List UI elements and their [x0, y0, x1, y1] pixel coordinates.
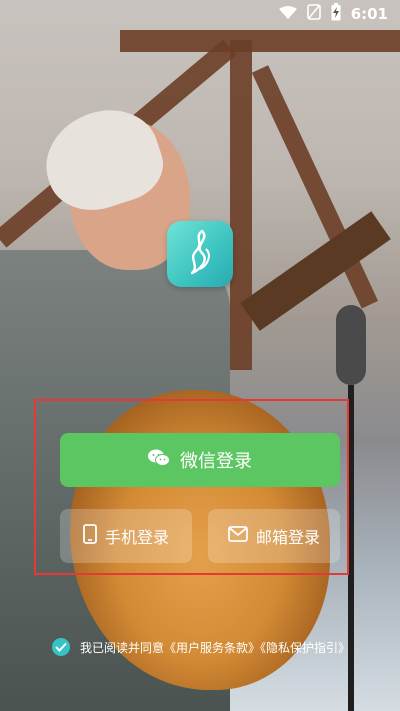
app-logo	[167, 221, 233, 287]
background-photo	[0, 0, 400, 711]
wifi-icon	[278, 5, 297, 24]
microphone	[336, 305, 366, 385]
guitar-flame-logo-icon	[180, 229, 220, 279]
agreement-text[interactable]: 我已阅读并同意《用户服务条款》《隐私保护指引》	[80, 639, 350, 656]
bridge-post	[230, 40, 252, 370]
bridge-beam	[120, 30, 400, 52]
status-time: 6:01	[350, 5, 388, 23]
mail-icon	[228, 526, 248, 546]
agreement-checkbox[interactable]	[52, 638, 70, 656]
phone-login-label: 手机登录	[104, 528, 169, 547]
phone-login-button[interactable]: 手机登录	[60, 509, 192, 563]
wechat-icon	[148, 448, 170, 473]
check-icon	[55, 642, 67, 652]
guitar-neck	[240, 211, 391, 331]
battery-charging-icon	[331, 3, 341, 25]
email-login-label: 邮箱登录	[255, 528, 320, 547]
agreement-row: 我已阅读并同意《用户服务条款》《隐私保护指引》	[52, 638, 350, 656]
email-login-button[interactable]: 邮箱登录	[208, 509, 340, 563]
status-bar: 6:01	[0, 0, 400, 28]
phone-icon	[83, 524, 97, 548]
wechat-login-label: 微信登录	[180, 451, 252, 472]
wechat-login-button[interactable]: 微信登录	[60, 433, 340, 487]
no-sim-icon	[306, 4, 321, 24]
